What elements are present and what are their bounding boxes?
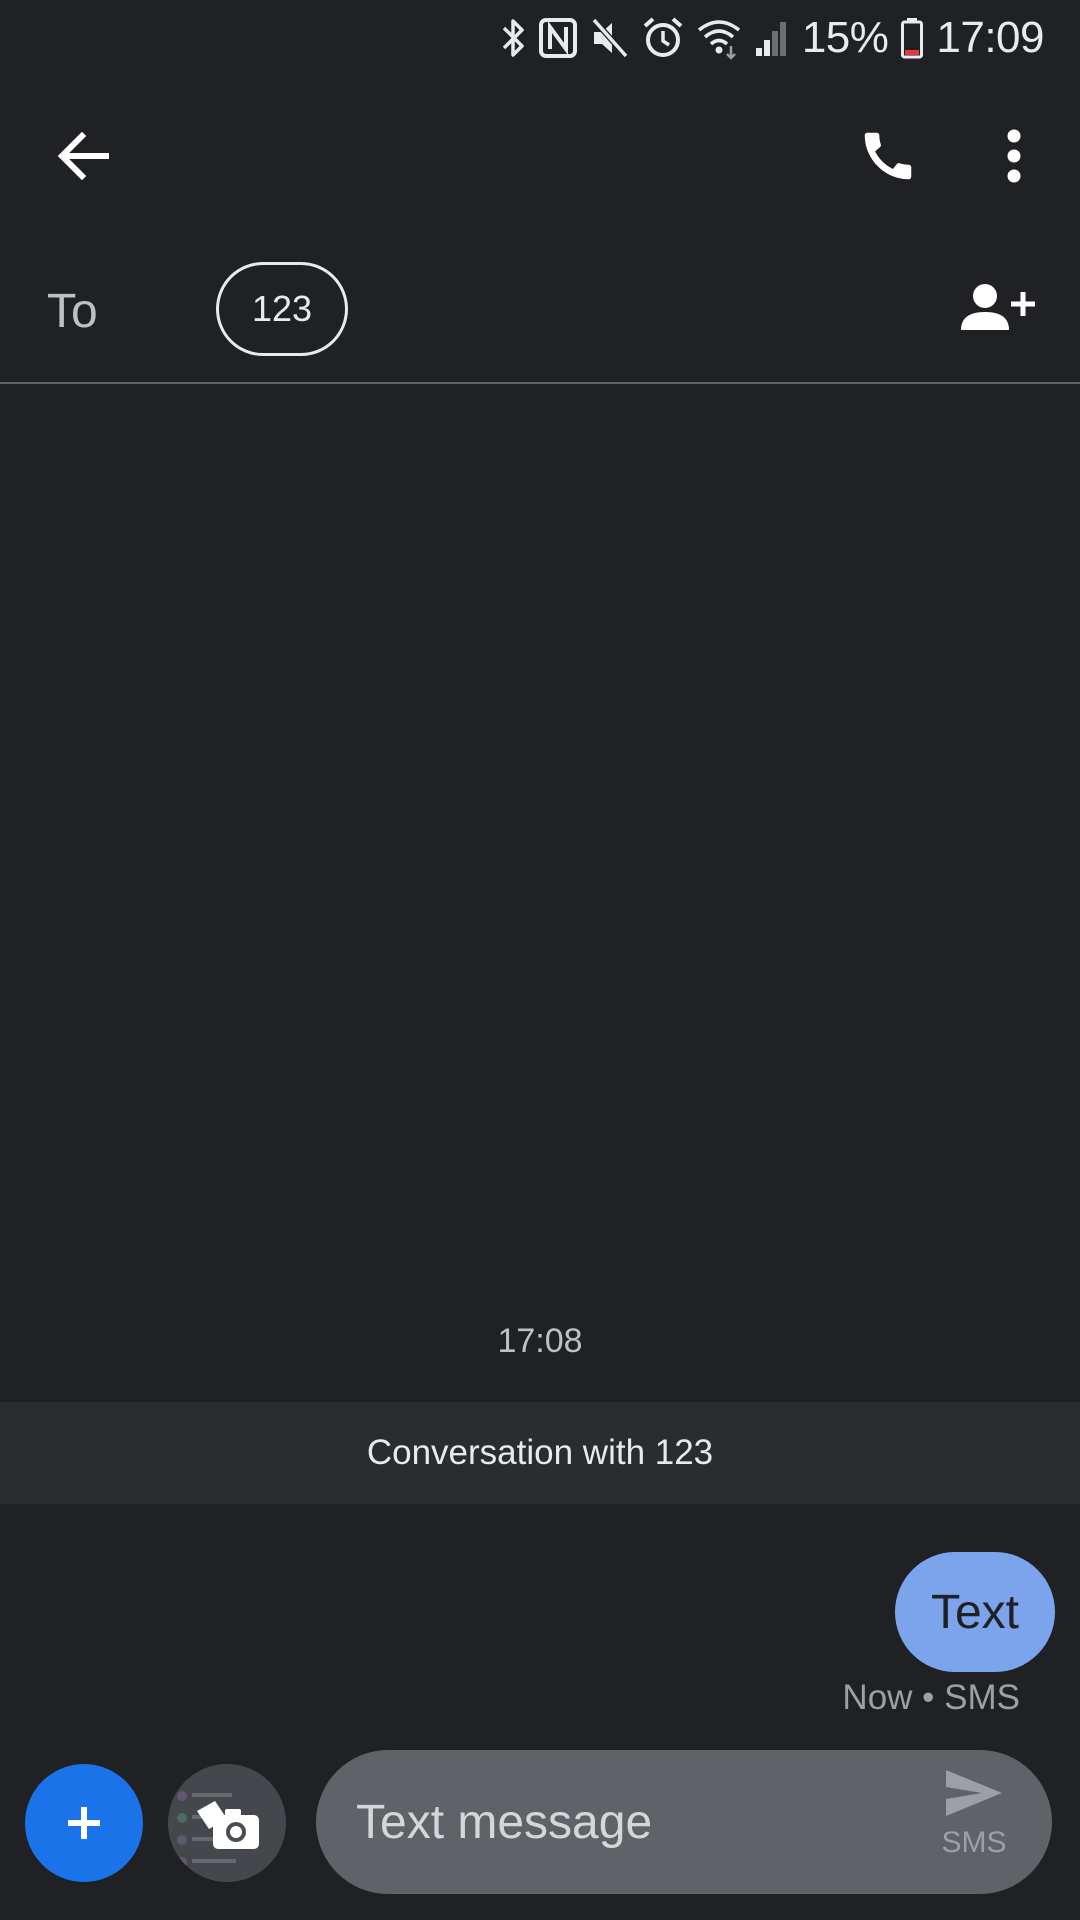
wifi-icon [697, 20, 740, 60]
call-button[interactable] [832, 100, 944, 212]
to-label: To [47, 285, 98, 338]
battery-icon [901, 18, 924, 59]
status-time: 17:09 [936, 13, 1044, 62]
gallery-button[interactable] [168, 1764, 286, 1882]
send-button[interactable]: SMS [924, 1768, 1024, 1878]
message-input[interactable] [356, 1750, 876, 1894]
status-bar: 15% 17:09 [0, 0, 1080, 76]
outgoing-message-bubble[interactable]: Text [894, 1552, 1055, 1672]
attach-button[interactable] [25, 1764, 143, 1882]
battery-percent: 15% [801, 13, 889, 62]
back-arrow-icon [57, 131, 109, 181]
phone-icon [864, 132, 912, 180]
add-contact-button[interactable] [950, 262, 1042, 354]
alarm-icon [643, 17, 683, 57]
add-person-icon [961, 284, 1035, 330]
send-icon [946, 1770, 1002, 1816]
conversation-banner: Conversation with 123 [0, 1402, 1080, 1504]
app-bar [0, 100, 1080, 212]
back-button[interactable] [28, 100, 140, 212]
message-status: Now • SMS [842, 1678, 1020, 1717]
message-text: Text [930, 1585, 1019, 1639]
messages-screen: 15% 17:09 To 123 17:08 Conversation with… [0, 0, 1080, 1920]
gallery-camera-icon [197, 1801, 259, 1849]
compose-field: SMS [316, 1750, 1052, 1894]
recipient-chip[interactable]: 123 [216, 262, 348, 356]
conversation-timestamp: 17:08 [497, 1322, 583, 1360]
recipient-row: To 123 [0, 240, 1080, 384]
send-label: SMS [941, 1826, 1007, 1859]
plus-icon [68, 1807, 100, 1839]
mute-icon [591, 18, 629, 58]
bluetooth-icon [502, 19, 524, 57]
more-options-button[interactable] [958, 100, 1070, 212]
conversation-banner-text: Conversation with 123 [366, 1433, 714, 1472]
nfc-icon [538, 18, 577, 58]
signal-icon [755, 22, 786, 56]
more-vert-icon [1007, 129, 1021, 183]
